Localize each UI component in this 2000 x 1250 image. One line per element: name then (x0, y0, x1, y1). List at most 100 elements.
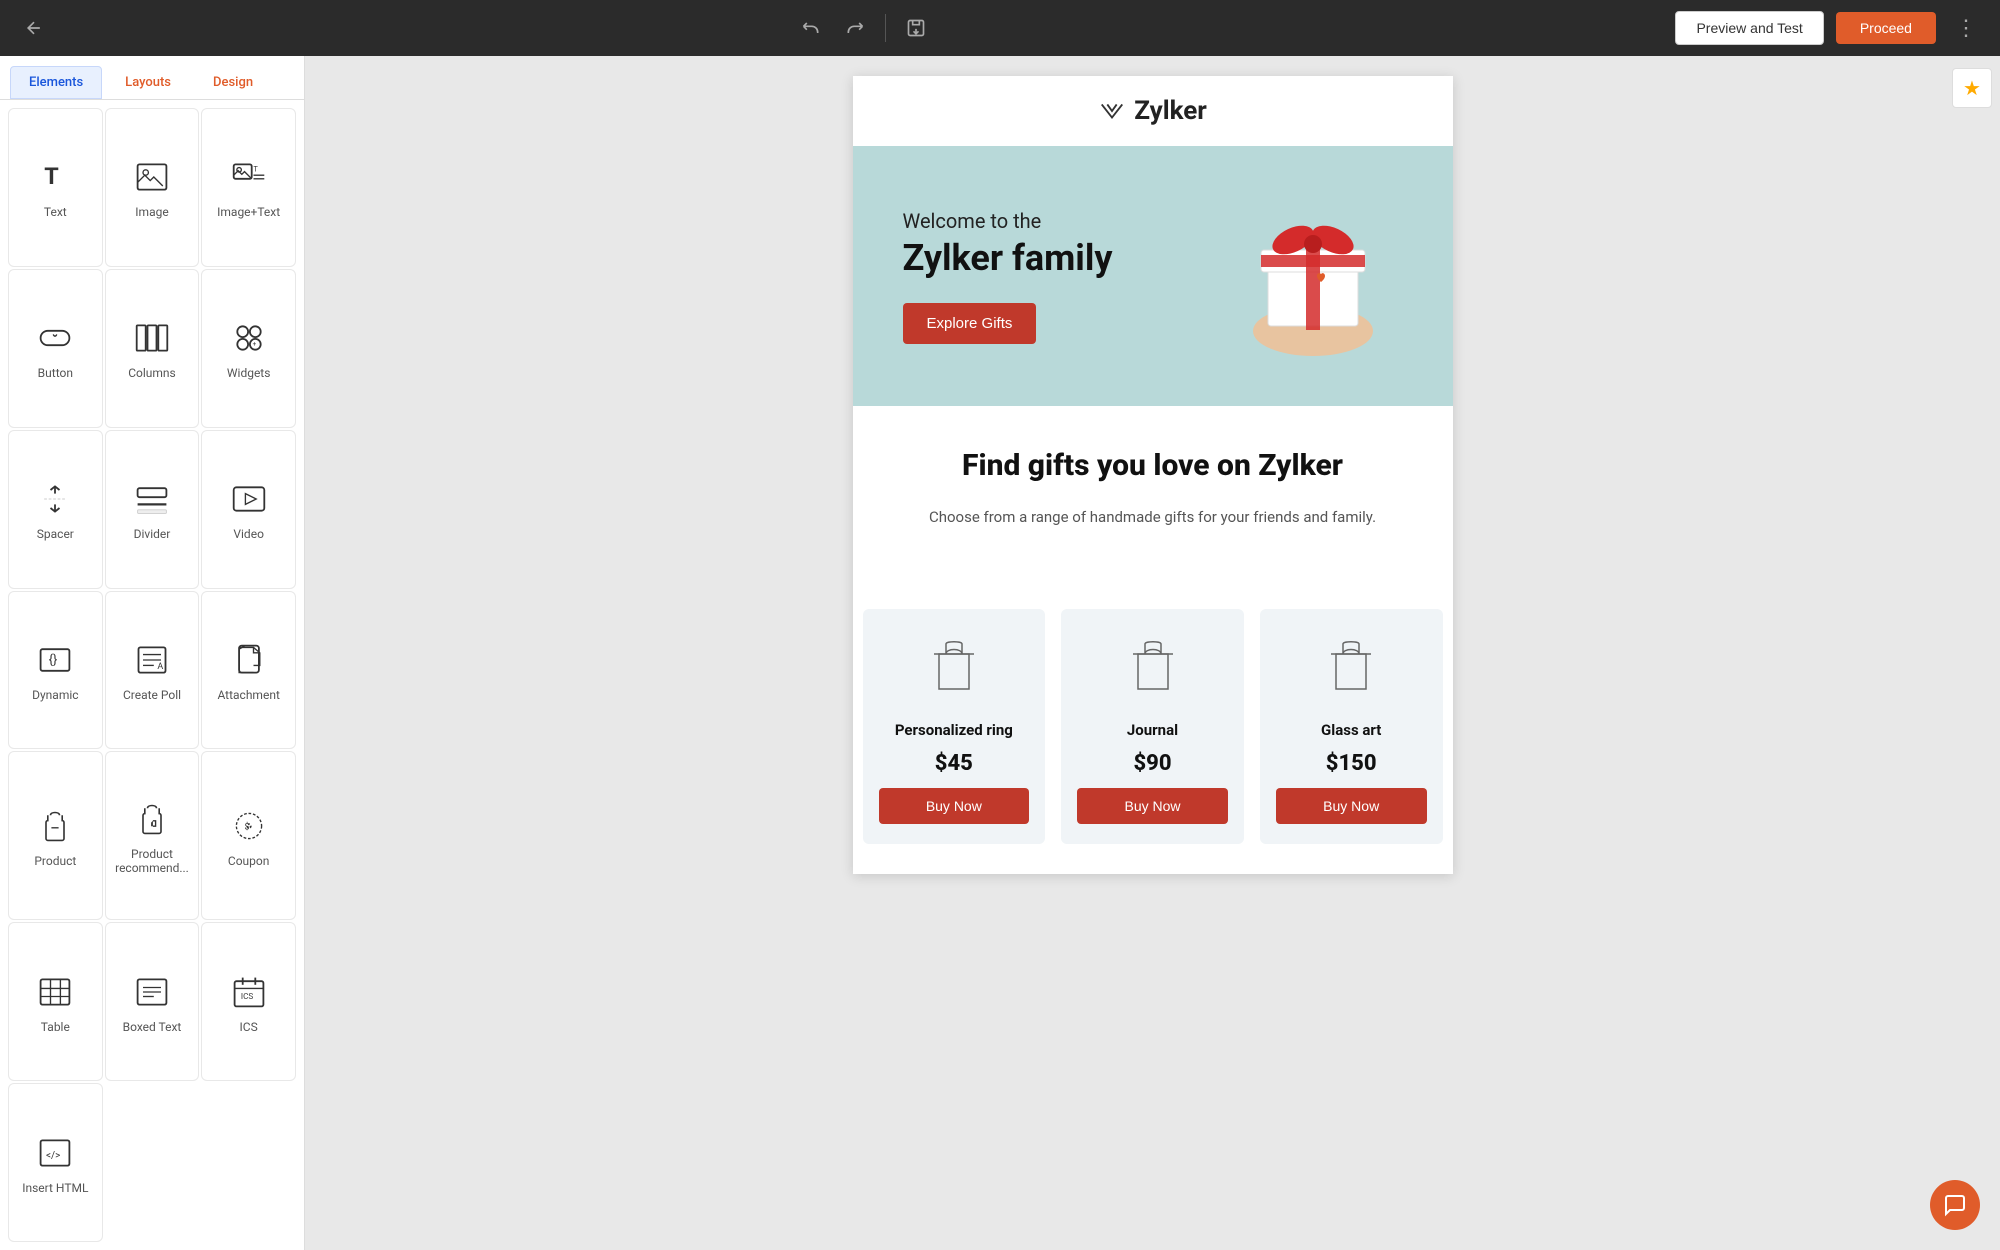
element-insert-html[interactable]: </> Insert HTML (8, 1083, 103, 1242)
tab-elements[interactable]: Elements (10, 66, 102, 99)
chat-button[interactable] (1930, 1180, 1980, 1230)
explore-gifts-button[interactable]: Explore Gifts (903, 303, 1037, 344)
product-image-0 (914, 629, 994, 709)
sub-text: Choose from a range of handmade gifts fo… (883, 505, 1423, 529)
element-button[interactable]: Button (8, 269, 103, 428)
columns-icon (132, 318, 172, 358)
more-options-button[interactable]: ⋮ (1948, 10, 1984, 46)
product-card-2: Glass art $150 Buy Now (1260, 609, 1443, 844)
svg-text:+: + (252, 340, 256, 348)
element-text-label: Text (44, 205, 67, 219)
brand-name: Zylker (1134, 96, 1207, 126)
element-divider[interactable]: Divider (105, 430, 200, 589)
create-poll-icon: A (132, 640, 172, 680)
element-columns[interactable]: Columns (105, 269, 200, 428)
element-image[interactable]: Image (105, 108, 200, 267)
element-spacer[interactable]: Spacer (8, 430, 103, 589)
element-product[interactable]: Product (8, 751, 103, 920)
buy-button-1[interactable]: Buy Now (1077, 788, 1228, 824)
tab-design[interactable]: Design (194, 66, 272, 99)
element-product-recommend[interactable]: Product recommend... (105, 751, 200, 920)
product-price-1: $90 (1133, 751, 1171, 776)
element-ics[interactable]: ICS ICS (201, 922, 296, 1081)
element-attachment-label: Attachment (217, 688, 279, 702)
product-image-2 (1311, 629, 1391, 709)
element-coupon[interactable]: $ Coupon (201, 751, 296, 920)
buy-button-0[interactable]: Buy Now (879, 788, 1030, 824)
product-name-0: Personalized ring (895, 721, 1013, 739)
back-button[interactable] (16, 10, 52, 46)
proceed-button[interactable]: Proceed (1836, 12, 1936, 44)
element-video-label: Video (233, 527, 264, 541)
canvas-area: Zylker Welcome to the Zylker family Expl… (305, 56, 2000, 1250)
product-card-0: Personalized ring $45 Buy Now (863, 609, 1046, 844)
element-table[interactable]: Table (8, 922, 103, 1081)
hero-text: Welcome to the Zylker family Explore Gif… (903, 209, 1113, 344)
insert-html-icon: </> (35, 1133, 75, 1173)
brand-logo-icon (1098, 97, 1126, 125)
email-content: Find gifts you love on Zylker Choose fro… (853, 406, 1453, 609)
element-product-recommend-label: Product recommend... (114, 847, 191, 875)
product-grid: Personalized ring $45 Buy Now (853, 609, 1453, 874)
product-price-2: $150 (1326, 751, 1377, 776)
product-name-2: Glass art (1321, 721, 1381, 739)
email-canvas: Zylker Welcome to the Zylker family Expl… (853, 76, 1453, 874)
text-icon: T (35, 157, 75, 197)
element-widgets[interactable]: + Widgets (201, 269, 296, 428)
element-dynamic[interactable]: {} Dynamic (8, 591, 103, 750)
product-name-1: Journal (1127, 721, 1178, 739)
product-recommend-icon (132, 799, 172, 839)
element-text[interactable]: T Text (8, 108, 103, 267)
element-product-label: Product (34, 854, 76, 868)
save-button[interactable] (898, 10, 934, 46)
element-attachment[interactable]: Attachment (201, 591, 296, 750)
divider-icon (132, 479, 172, 519)
svg-text:T: T (45, 163, 60, 191)
element-widgets-label: Widgets (227, 366, 271, 380)
svg-text:T: T (253, 165, 258, 174)
left-panel: Elements Layouts Design T Text Image (0, 56, 305, 1250)
image-text-icon: T (229, 157, 269, 197)
svg-text:$: $ (244, 821, 249, 832)
svg-text:ICS: ICS (241, 991, 253, 1001)
product-price-0: $45 (935, 751, 973, 776)
buy-button-2[interactable]: Buy Now (1276, 788, 1427, 824)
table-icon (35, 972, 75, 1012)
hero-banner: Welcome to the Zylker family Explore Gif… (853, 146, 1453, 406)
image-icon (132, 157, 172, 197)
undo-button[interactable] (793, 10, 829, 46)
spacer-icon (35, 479, 75, 519)
ics-icon: ICS (229, 972, 269, 1012)
gift-box-svg (1223, 186, 1403, 366)
element-image-label: Image (135, 205, 168, 219)
hero-image (1213, 186, 1413, 366)
redo-button[interactable] (837, 10, 873, 46)
element-video[interactable]: Video (201, 430, 296, 589)
element-image-text-label: Image+Text (217, 205, 280, 219)
coupon-icon: $ (229, 806, 269, 846)
brand-logo: Zylker (873, 96, 1433, 126)
star-button[interactable]: ★ (1952, 68, 1992, 108)
element-create-poll[interactable]: A Create Poll (105, 591, 200, 750)
preview-button[interactable]: Preview and Test (1675, 11, 1823, 45)
email-brand: Zylker (853, 76, 1453, 146)
tab-bar: Elements Layouts Design (0, 56, 304, 100)
tab-layouts[interactable]: Layouts (106, 66, 190, 99)
elements-grid: T Text Image T Image+Text (0, 100, 304, 1250)
button-icon (35, 318, 75, 358)
product-image-1 (1113, 629, 1193, 709)
topbar-separator (885, 14, 886, 42)
widgets-icon: + (229, 318, 269, 358)
element-dynamic-label: Dynamic (32, 688, 78, 702)
topbar-center (793, 10, 934, 46)
svg-text:A: A (157, 662, 163, 672)
element-image-text[interactable]: T Image+Text (201, 108, 296, 267)
svg-text:</>: </> (46, 1150, 60, 1161)
element-table-label: Table (41, 1020, 70, 1034)
main-heading: Find gifts you love on Zylker (883, 446, 1423, 485)
product-icon (35, 806, 75, 846)
element-boxed-text[interactable]: Boxed Text (105, 922, 200, 1081)
element-coupon-label: Coupon (228, 854, 269, 868)
product-card-1: Journal $90 Buy Now (1061, 609, 1244, 844)
topbar: Preview and Test Proceed ⋮ (0, 0, 2000, 56)
